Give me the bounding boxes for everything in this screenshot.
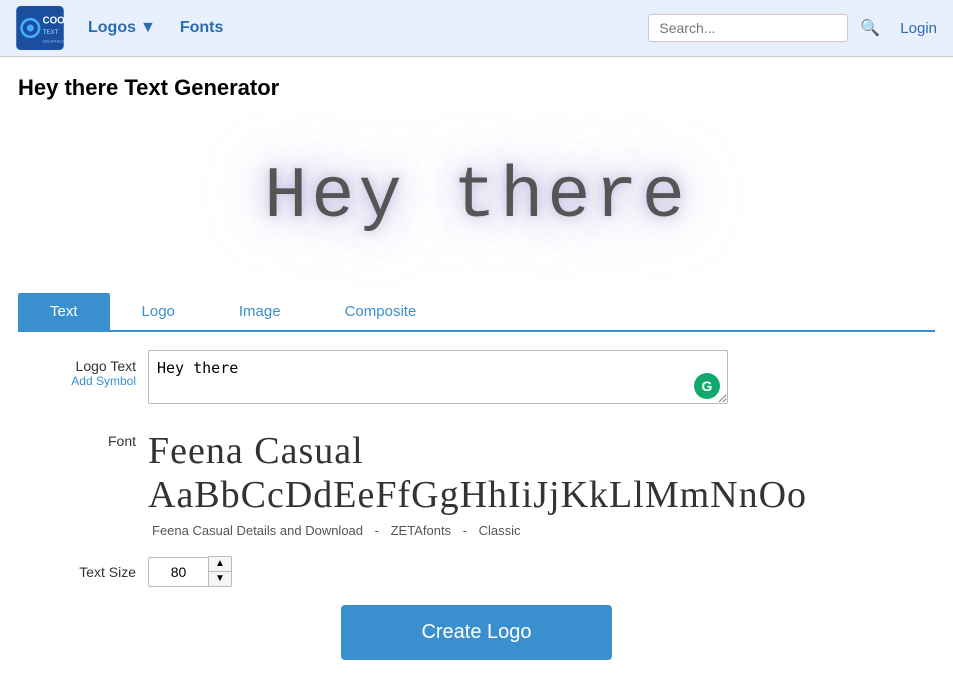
search-button[interactable]: 🔍 bbox=[856, 14, 884, 42]
font-link-classic[interactable]: Classic bbox=[475, 523, 525, 538]
form-area: Logo Text Add Symbol G Font Feena Casual… bbox=[18, 332, 935, 680]
font-row: Font Feena Casual AaBbCcDdEeFfGgHhIiJjKk… bbox=[18, 425, 935, 538]
font-label: Font bbox=[18, 425, 148, 449]
text-size-row: Text Size ▲ ▼ bbox=[18, 556, 935, 587]
search-input[interactable] bbox=[648, 14, 848, 42]
nav-fonts-link[interactable]: Fonts bbox=[180, 19, 224, 37]
font-display-area: Feena Casual AaBbCcDdEeFfGgHhIiJjKkLlMmN… bbox=[148, 425, 935, 538]
nav-logos-link[interactable]: Logos ▼ bbox=[88, 19, 156, 37]
nav-logos-label: Logos bbox=[88, 19, 136, 37]
spinner-down-button[interactable]: ▼ bbox=[209, 572, 231, 586]
logo-text-label-group: Logo Text Add Symbol bbox=[18, 350, 148, 388]
header: COOL TEXT GRAPHICS Logos ▼ Fonts 🔍 Login bbox=[0, 0, 953, 57]
cooltext-logo-icon: COOL TEXT GRAPHICS bbox=[16, 6, 64, 50]
tab-image[interactable]: Image bbox=[207, 293, 313, 330]
page-title: Hey there Text Generator bbox=[18, 75, 935, 101]
search-area: 🔍 Login bbox=[648, 14, 937, 42]
nav-logos-arrow-icon: ▼ bbox=[140, 19, 156, 37]
text-size-control: ▲ ▼ bbox=[148, 556, 232, 587]
text-size-spinner: ▲ ▼ bbox=[208, 556, 232, 587]
svg-text:COOL: COOL bbox=[43, 16, 64, 27]
login-link[interactable]: Login bbox=[900, 20, 937, 37]
font-sep-1: - bbox=[375, 523, 379, 538]
tab-text[interactable]: Text bbox=[18, 293, 110, 330]
logo-text-label: Logo Text bbox=[76, 358, 136, 374]
font-links: Feena Casual Details and Download - ZETA… bbox=[148, 523, 935, 538]
logo-text-input[interactable] bbox=[148, 350, 728, 404]
tab-composite[interactable]: Composite bbox=[313, 293, 449, 330]
create-logo-button[interactable]: Create Logo bbox=[341, 605, 611, 660]
grammarly-icon[interactable]: G bbox=[694, 373, 720, 399]
logo-text-row: Logo Text Add Symbol G bbox=[18, 350, 935, 407]
text-size-input[interactable] bbox=[148, 557, 208, 587]
font-sep-2: - bbox=[463, 523, 467, 538]
preview-text: Hey there bbox=[264, 156, 689, 238]
text-size-label: Text Size bbox=[18, 556, 148, 580]
search-icon: 🔍 bbox=[860, 20, 880, 37]
tab-logo[interactable]: Logo bbox=[110, 293, 207, 330]
svg-text:GRAPHICS: GRAPHICS bbox=[43, 39, 64, 44]
spinner-up-button[interactable]: ▲ bbox=[209, 557, 231, 572]
site-logo[interactable]: COOL TEXT GRAPHICS bbox=[16, 6, 64, 50]
create-logo-row: Create Logo bbox=[18, 605, 935, 680]
main-content: Hey there Text Generator Hey there Text … bbox=[0, 57, 953, 680]
font-detail-link[interactable]: Feena Casual Details and Download bbox=[148, 523, 371, 538]
font-link-zeta[interactable]: ZETAfonts bbox=[387, 523, 459, 538]
logo-text-input-wrap: G bbox=[148, 350, 728, 407]
nav-fonts-label: Fonts bbox=[180, 19, 224, 36]
font-display-text[interactable]: Feena Casual AaBbCcDdEeFfGgHhIiJjKkLlMmN… bbox=[148, 425, 935, 517]
preview-area: Hey there bbox=[18, 117, 935, 277]
svg-text:TEXT: TEXT bbox=[43, 29, 59, 36]
tabs-bar: Text Logo Image Composite bbox=[18, 293, 935, 332]
add-symbol-link[interactable]: Add Symbol bbox=[18, 374, 136, 388]
